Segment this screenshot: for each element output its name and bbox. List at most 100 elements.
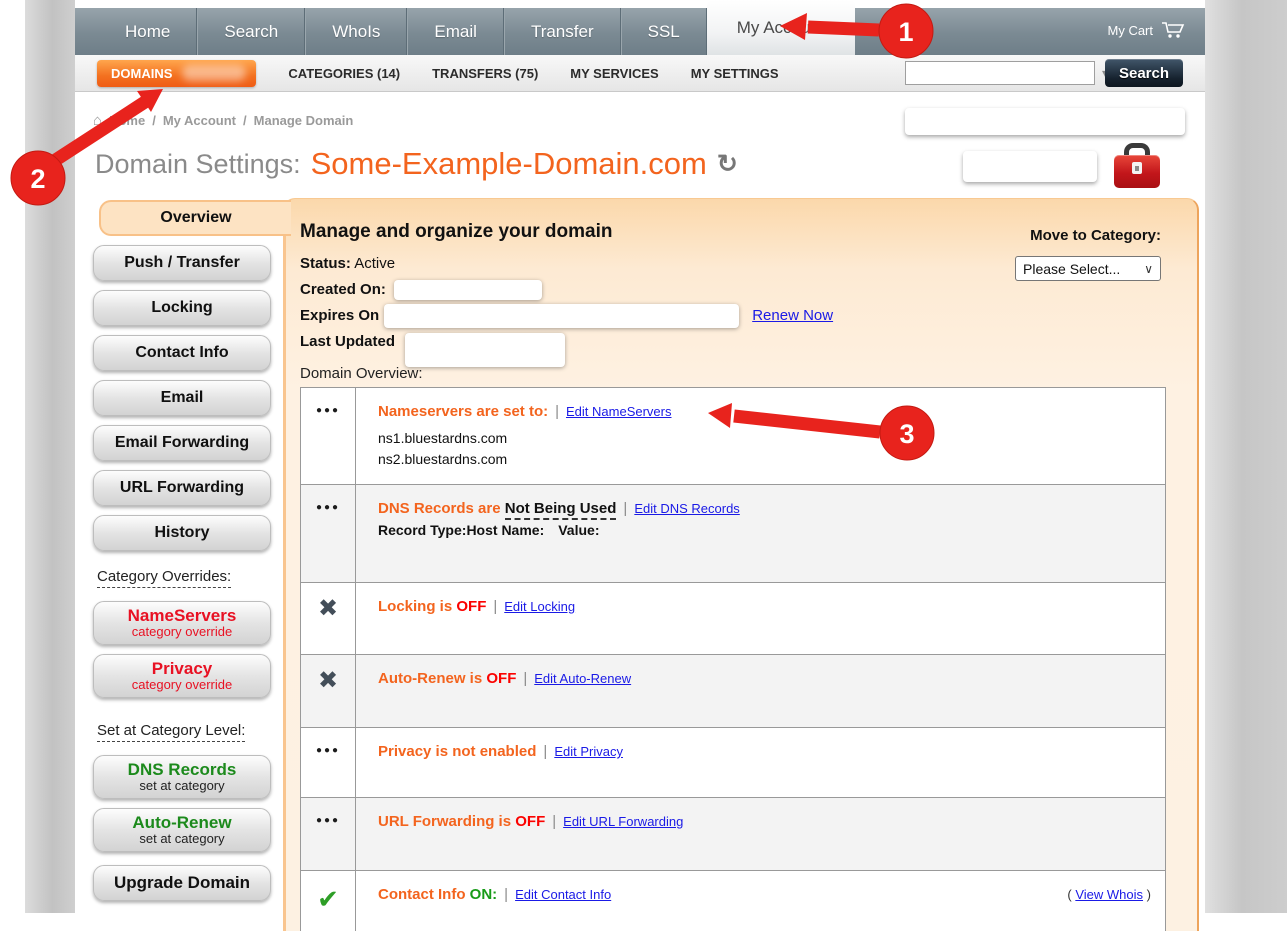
toolbox-pin [1135,166,1139,171]
toolbox-body [1114,155,1160,188]
sidebar-item-history[interactable]: History [93,515,271,551]
domain-search-combobox[interactable]: ▾ [905,61,1095,85]
breadcrumb-home[interactable]: Home [109,113,145,128]
set-at-category-label: Set at Category Level: [97,722,245,742]
page-title: Domain Settings: Some-Example-Domain.com… [95,146,738,182]
record-type-label: Record Type: [378,522,466,538]
nameserver-2: ns2.bluestardns.com [378,450,1165,469]
sidebar-item-email-forwarding[interactable]: Email Forwarding [93,425,271,461]
overview-row-privacy: ●●● Privacy is not enabled|Edit Privacy [301,728,1165,798]
domain-overview-table: ●●● Nameservers are set to:|Edit NameSer… [300,387,1166,931]
cart-icon [1161,21,1185,39]
upgrade-domain-button[interactable]: Upgrade Domain [93,865,271,901]
nav-tab-home[interactable]: Home [99,8,197,55]
main-nav: Home Search WhoIs Email Transfer SSL My … [75,8,1205,55]
sidebar-item-url-forwarding[interactable]: URL Forwarding [93,470,271,506]
page-title-prefix: Domain Settings: [95,149,301,180]
dots-icon: ●●● [316,405,340,484]
overview-row-url-forwarding: ●●● URL Forwarding is OFF|Edit URL Forwa… [301,798,1165,871]
sidebar-item-auto-renew-category[interactable]: Auto-Renew set at category [93,808,271,852]
overview-row-locking: ✖ Locking is OFF|Edit Locking [301,583,1165,655]
sidebar: Overview Push / Transfer Locking Contact… [93,200,289,910]
dns-records-status: Not Being Used [505,500,617,520]
sidebar-item-privacy-override[interactable]: Privacy category override [93,654,271,698]
subnav-item-categories[interactable]: CATEGORIES (14) [288,66,400,81]
refresh-icon[interactable]: ↻ [717,149,738,179]
subnav-item-domains[interactable]: DOMAINS [97,60,256,87]
updated-line: Last Updated [300,329,1197,355]
dns-records-title: DNS Records are [378,500,501,517]
sidebar-item-overview[interactable]: Overview [99,200,291,236]
nav-tab-ssl[interactable]: SSL [621,8,707,55]
overview-row-auto-renew: ✖ Auto-Renew is OFF|Edit Auto-Renew [301,655,1165,728]
my-cart-button[interactable]: My Cart [1108,21,1186,39]
subnav-domains-label: DOMAINS [111,66,172,81]
view-whois-link[interactable]: View Whois [1075,887,1143,902]
record-labels: Record Type:Host Name:Value: [378,522,1165,538]
renew-now-link[interactable]: Renew Now [752,307,833,324]
sidebar-item-locking[interactable]: Locking [93,290,271,326]
breadcrumb-separator: / [243,113,247,128]
breadcrumb: ⌂ Home / My Account / Manage Domain [93,112,353,129]
edit-auto-renew-link[interactable]: Edit Auto-Renew [534,671,631,686]
redacted-box-title [963,151,1097,182]
dots-icon: ●●● [316,745,340,797]
edit-nameservers-link[interactable]: Edit NameServers [566,404,671,419]
move-to-category: Move to Category: Please Select... ∨ [1015,227,1161,281]
nameserver-1: ns1.bluestardns.com [378,429,1165,448]
subnav-item-my-settings[interactable]: MY SETTINGS [691,66,779,81]
edit-contact-info-link[interactable]: Edit Contact Info [515,887,611,902]
nameservers-title: Nameservers are set to: [378,403,548,420]
edit-url-forwarding-link[interactable]: Edit URL Forwarding [563,814,683,829]
edit-locking-link[interactable]: Edit Locking [504,599,575,614]
page: Home Search WhoIs Email Transfer SSL My … [0,0,1287,931]
sidebar-item-email[interactable]: Email [93,380,271,416]
redacted-expires-date [384,304,739,328]
move-to-category-label: Move to Category: [1015,227,1161,244]
nav-tab-my-account[interactable]: My Account [707,0,855,55]
sidebar-item-contact-info[interactable]: Contact Info [93,335,271,371]
redacted-created-date [394,280,542,300]
contact-info-title: Contact Info [378,886,466,903]
subnav-item-my-services[interactable]: MY SERVICES [570,66,658,81]
search-button[interactable]: Search [1105,59,1183,87]
breadcrumb-current: Manage Domain [254,113,354,128]
site-window: Home Search WhoIs Email Transfer SSL My … [75,0,1205,931]
breadcrumb-separator: / [152,113,156,128]
subnav-item-transfers[interactable]: TRANSFERS (75) [432,66,538,81]
desktop-edge-right [1205,0,1287,913]
nav-tab-whois[interactable]: WhoIs [305,8,407,55]
status-value: Active [354,255,395,272]
breadcrumb-my-account[interactable]: My Account [163,113,236,128]
sidebar-item-push-transfer[interactable]: Push / Transfer [93,245,271,281]
overview-row-nameservers: ●●● Nameservers are set to:|Edit NameSer… [301,388,1165,485]
overview-row-contact-info: ✔ Contact Info ON:|Edit Contact Info ( V… [301,871,1165,931]
x-icon: ✖ [318,669,338,727]
domain-search-input[interactable] [906,63,1094,83]
auto-renew-title: Auto-Renew is [378,670,482,687]
edit-dns-records-link[interactable]: Edit DNS Records [634,501,739,516]
contact-info-status: ON: [470,886,498,903]
nav-tab-transfer[interactable]: Transfer [504,8,621,55]
domain-settings-panel: Manage and organize your domain Status: … [283,198,1199,931]
created-label: Created On: [300,281,386,298]
category-select[interactable]: Please Select... ∨ [1015,256,1161,281]
url-forwarding-status: OFF [515,813,545,830]
status-label: Status: [300,255,351,272]
desktop-edge-left [25,0,75,913]
sidebar-item-nameservers-override[interactable]: NameServers category override [93,601,271,645]
privacy-title: Privacy is not enabled [378,743,536,760]
edit-privacy-link[interactable]: Edit Privacy [554,744,623,759]
overview-row-dns-records: ●●● DNS Records are Not Being Used|Edit … [301,485,1165,583]
view-whois: ( View Whois ) [1067,887,1151,902]
value-label: Value: [558,522,599,538]
my-cart-label: My Cart [1108,23,1154,38]
x-icon: ✖ [318,597,338,654]
nav-tab-search[interactable]: Search [197,8,305,55]
sidebar-item-dns-records-category[interactable]: DNS Records set at category [93,755,271,799]
check-icon: ✔ [317,886,339,931]
nav-tab-email[interactable]: Email [407,8,504,55]
toolbox-icon[interactable] [1113,143,1161,188]
dots-icon: ●●● [316,502,340,582]
auto-renew-status: OFF [486,670,516,687]
